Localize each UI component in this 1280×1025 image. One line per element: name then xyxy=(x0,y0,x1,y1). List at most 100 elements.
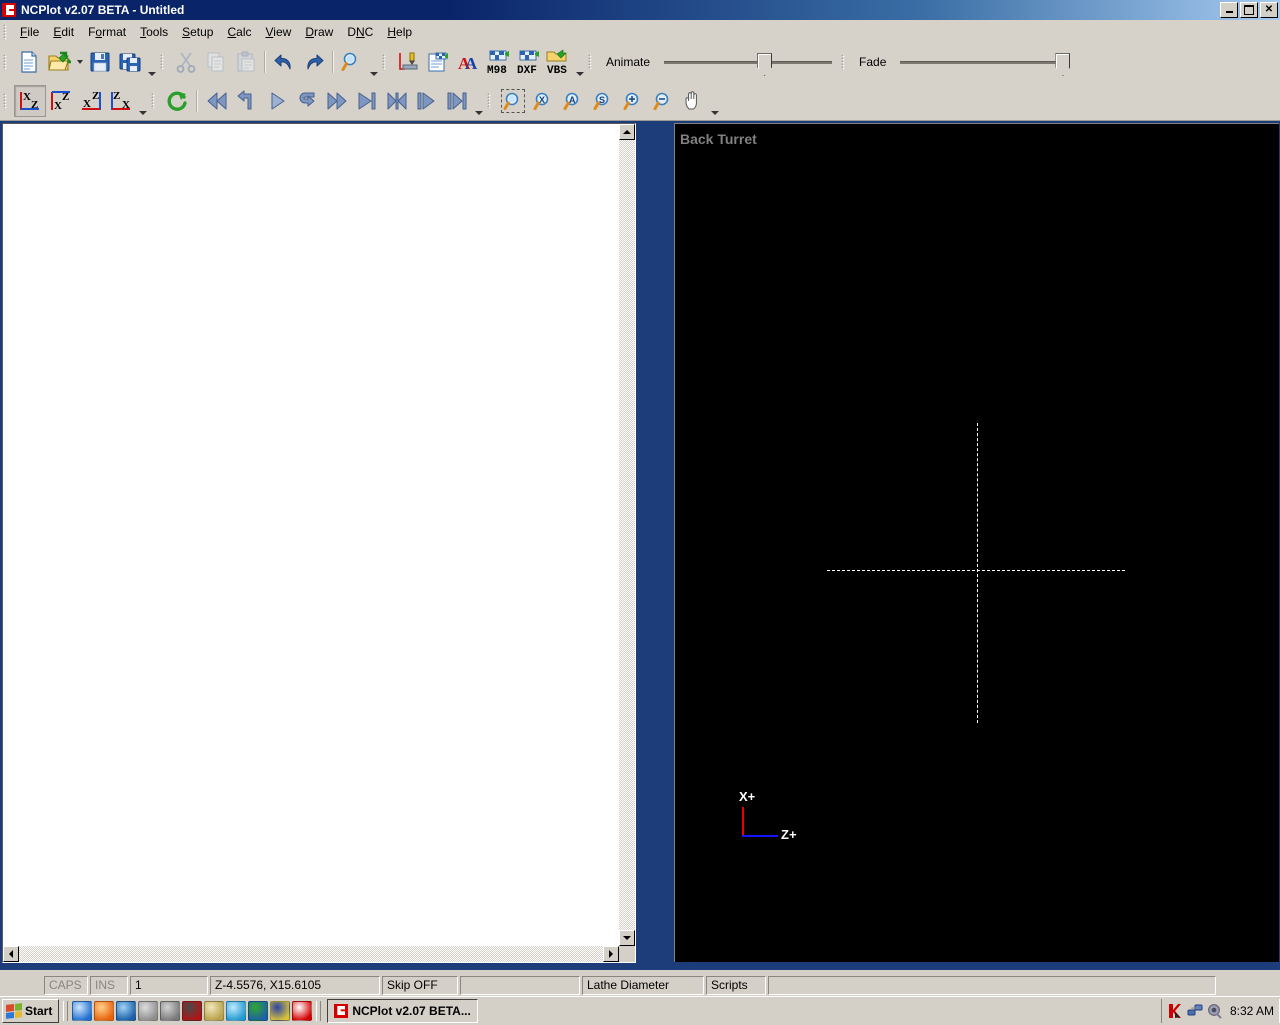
tray-icon-antivirus[interactable] xyxy=(1167,1003,1183,1019)
step-back-button[interactable] xyxy=(232,86,262,116)
scroll-down-button[interactable] xyxy=(619,930,635,946)
pan-button[interactable] xyxy=(678,86,708,116)
nc-code-editor[interactable] xyxy=(3,124,618,945)
tools-toolbar-overflow[interactable] xyxy=(574,46,585,78)
taskbar-button-ncplot[interactable]: NCPlot v2.07 BETA... xyxy=(327,999,478,1023)
orientation-toolbar-overflow[interactable] xyxy=(137,85,148,117)
toolbar-grip-file[interactable] xyxy=(3,54,10,70)
font-button[interactable]: A A xyxy=(453,47,483,77)
copy-button[interactable] xyxy=(201,47,231,77)
save-file-button[interactable] xyxy=(85,47,115,77)
cut-button[interactable] xyxy=(171,47,201,77)
ql-icon-firefox[interactable] xyxy=(94,1001,115,1021)
view-zx-button[interactable]: X Z xyxy=(76,86,106,116)
ql-icon-globe[interactable] xyxy=(160,1001,181,1021)
toolbar-grip-edit[interactable] xyxy=(160,54,167,70)
play-button[interactable] xyxy=(262,86,292,116)
undo-button[interactable] xyxy=(269,47,299,77)
loop-back-button[interactable] xyxy=(292,86,322,116)
save-all-button[interactable] xyxy=(115,47,145,77)
start-button-label: Start xyxy=(25,1004,53,1018)
close-button[interactable]: ✕ xyxy=(1260,2,1278,18)
fade-slider[interactable] xyxy=(894,47,1074,77)
scroll-left-button[interactable] xyxy=(3,946,19,962)
editor-vertical-scrollbar[interactable] xyxy=(619,124,635,946)
scroll-right-button[interactable] xyxy=(603,946,619,962)
view-xz-button[interactable]: X Z xyxy=(14,84,46,117)
ql-icon-media[interactable] xyxy=(182,1001,203,1021)
view-xz2-button[interactable]: X Z xyxy=(46,86,76,116)
menu-format[interactable]: Format xyxy=(81,22,133,42)
menu-edit[interactable]: Edit xyxy=(46,22,81,42)
tray-icon-network[interactable] xyxy=(1187,1003,1203,1019)
toolbar-grip-tools[interactable] xyxy=(382,54,389,70)
start-button[interactable]: Start xyxy=(2,999,60,1023)
paste-button[interactable] xyxy=(231,47,261,77)
notes-button[interactable] xyxy=(423,47,453,77)
zoom-in-button[interactable] xyxy=(618,86,648,116)
taskbar: Start NCPlot v2.07 BETA... 8:32 AM xyxy=(0,996,1280,1025)
tray-icon-volume[interactable] xyxy=(1207,1003,1223,1019)
m98-button[interactable]: M98 xyxy=(483,47,513,77)
zoom-toolbar-overflow[interactable] xyxy=(709,85,720,117)
ql-icon-show-desktop[interactable] xyxy=(72,1001,93,1021)
zoom-all-button[interactable]: A xyxy=(558,86,588,116)
end-button[interactable] xyxy=(442,86,472,116)
previous-block-button[interactable] xyxy=(382,86,412,116)
open-file-dropdown[interactable] xyxy=(74,47,85,77)
menu-help[interactable]: Help xyxy=(380,22,419,42)
toolbar-grip-animate[interactable] xyxy=(588,54,595,70)
ql-icon-thunderbird[interactable] xyxy=(116,1001,137,1021)
playback-toolbar-overflow[interactable] xyxy=(473,85,484,117)
zoom-s-button[interactable]: S xyxy=(588,86,618,116)
ql-icon-ncplot[interactable] xyxy=(292,1001,313,1021)
file-toolbar-overflow[interactable] xyxy=(146,46,157,78)
toolbar-grip-fade[interactable] xyxy=(841,54,849,70)
status-line-number: 1 xyxy=(130,975,208,995)
menu-view[interactable]: View xyxy=(259,22,299,42)
next-block-button[interactable] xyxy=(412,86,442,116)
vbs-button[interactable]: VBS xyxy=(543,47,573,77)
menu-tools[interactable]: Tools xyxy=(133,22,175,42)
zoom-x-button[interactable]: X xyxy=(528,86,558,116)
animate-slider-thumb[interactable] xyxy=(757,53,773,76)
menu-calc[interactable]: Calc xyxy=(220,22,258,42)
menu-dnc[interactable]: DNC xyxy=(340,22,380,42)
plot-viewport[interactable]: Back Turret X+ Z+ xyxy=(674,123,1279,962)
ql-icon-notepad[interactable] xyxy=(204,1001,225,1021)
minimize-button[interactable] xyxy=(1220,2,1238,18)
redo-button[interactable] xyxy=(299,47,329,77)
ql-icon-image-editor[interactable] xyxy=(248,1001,269,1021)
menu-setup[interactable]: Setup xyxy=(175,22,220,42)
dxf-button[interactable]: DXF xyxy=(513,47,543,77)
animate-slider[interactable] xyxy=(658,47,838,77)
ql-icon-pen-tool[interactable] xyxy=(270,1001,291,1021)
edit-separator-2 xyxy=(332,51,334,73)
toolbar-grip-refresh[interactable] xyxy=(151,92,158,109)
restore-button[interactable] xyxy=(1240,2,1258,18)
fast-forward-button[interactable] xyxy=(322,86,352,116)
zoom-window-button[interactable] xyxy=(498,86,528,116)
find-button[interactable] xyxy=(337,47,367,77)
fade-slider-thumb[interactable] xyxy=(1055,53,1071,76)
tool-offset-button[interactable] xyxy=(393,47,423,77)
ql-icon-camera[interactable] xyxy=(138,1001,159,1021)
step-forward-button[interactable] xyxy=(352,86,382,116)
menu-grip[interactable] xyxy=(3,23,10,40)
toolbar-grip-orientation[interactable] xyxy=(3,92,10,109)
zoom-out-button[interactable] xyxy=(648,86,678,116)
refresh-plot-button[interactable] xyxy=(162,86,192,116)
view-zx2-button[interactable]: Z X xyxy=(106,86,136,116)
ql-icon-cd-burner[interactable] xyxy=(226,1001,247,1021)
rewind-button[interactable] xyxy=(202,86,232,116)
new-file-button[interactable] xyxy=(14,47,44,77)
toolbar-grip-zoom[interactable] xyxy=(487,92,494,109)
open-file-button[interactable] xyxy=(44,47,74,77)
editor-horizontal-scrollbar[interactable] xyxy=(3,946,619,962)
menu-bar: File Edit Format Tools Setup Calc View D… xyxy=(0,20,1280,44)
menu-draw[interactable]: Draw xyxy=(298,22,340,42)
scroll-up-button[interactable] xyxy=(619,124,635,140)
playback-toolbar-group xyxy=(201,84,473,118)
edit-toolbar-overflow[interactable] xyxy=(368,46,379,78)
menu-file[interactable]: File xyxy=(13,22,46,42)
